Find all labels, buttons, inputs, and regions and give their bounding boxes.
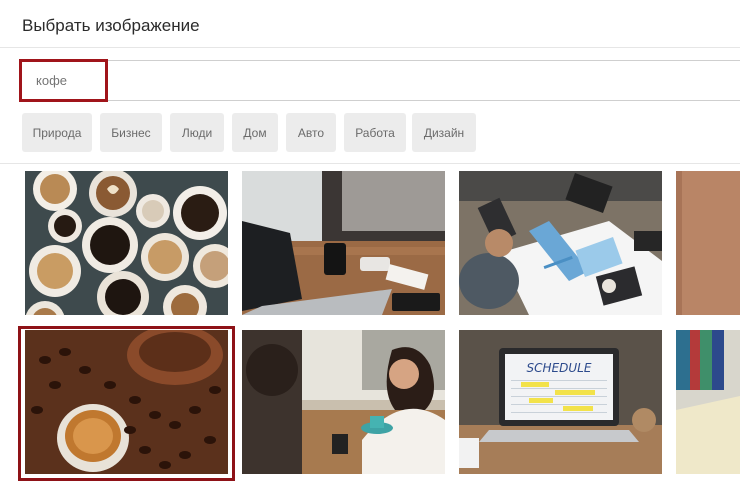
image-brown-partial[interactable] xyxy=(676,171,740,315)
image-office-binders-partial[interactable] xyxy=(676,330,740,474)
chip-lyudi[interactable]: Люди xyxy=(170,113,224,152)
chip-dom[interactable]: Дом xyxy=(232,113,278,152)
image-cafe-conversation[interactable] xyxy=(242,330,445,474)
dialog-title: Выбрать изображение xyxy=(22,16,200,35)
chip-avto[interactable]: Авто xyxy=(286,113,336,152)
chip-rabota[interactable]: Работа xyxy=(344,113,406,152)
header-divider xyxy=(0,47,740,48)
image-laptop-desk-coffee[interactable] xyxy=(242,171,445,315)
chip-dizain[interactable]: Дизайн xyxy=(412,113,476,152)
image-coffee-beans-cup[interactable] xyxy=(25,330,228,474)
chip-biznes[interactable]: Бизнес xyxy=(100,113,162,152)
search-input[interactable] xyxy=(20,61,740,100)
grid-divider xyxy=(0,163,740,164)
image-laptop-schedule[interactable]: SCHEDULE xyxy=(459,330,662,474)
image-business-meeting-charts[interactable] xyxy=(459,171,662,315)
schedule-label: SCHEDULE xyxy=(527,361,592,375)
chip-priroda[interactable]: Природа xyxy=(22,113,92,152)
search-bar xyxy=(20,60,740,101)
image-coffee-cups-overhead[interactable] xyxy=(25,171,228,315)
